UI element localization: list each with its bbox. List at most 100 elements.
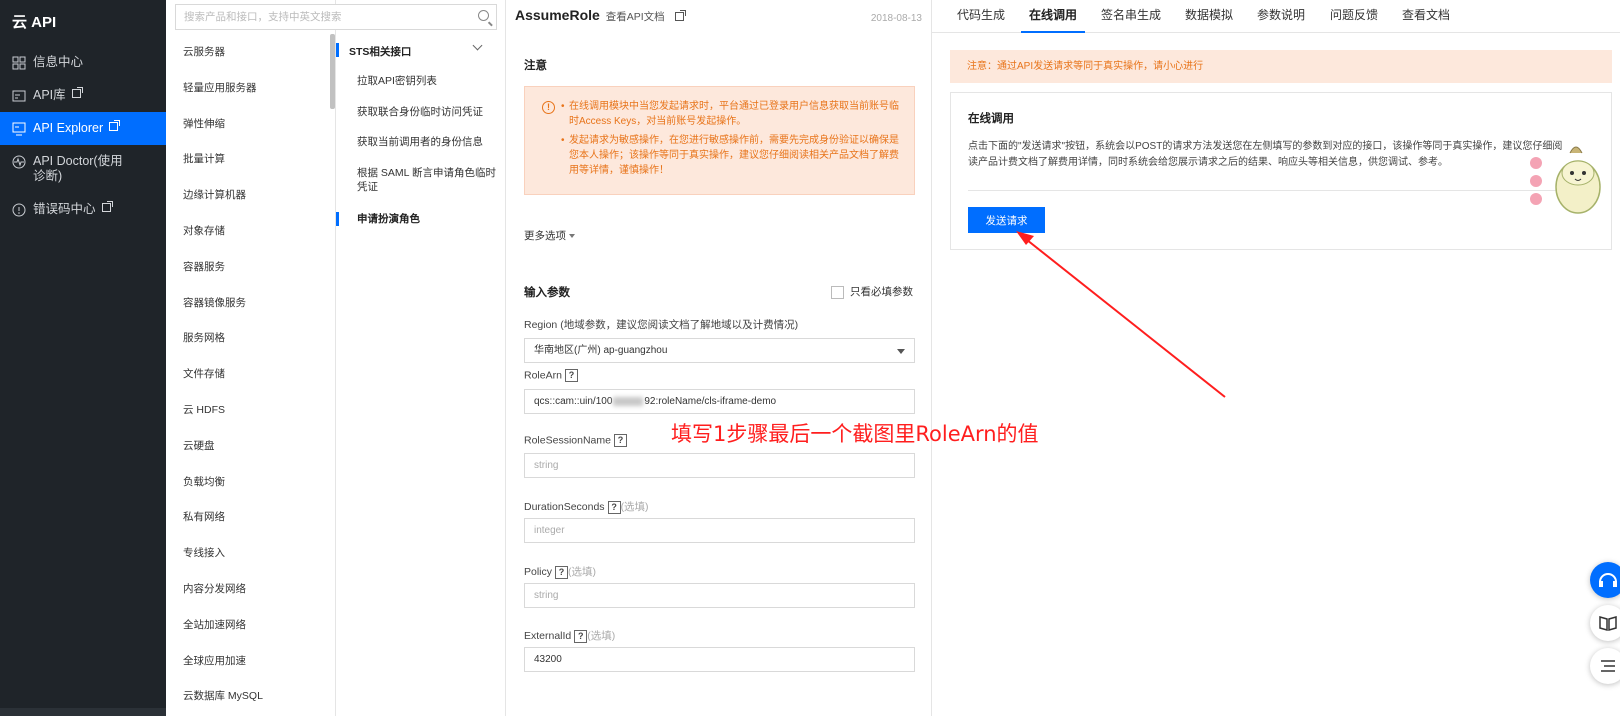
duration-input[interactable]: integer [524, 518, 915, 543]
notice-title: 注意 [524, 60, 547, 72]
tab-signature[interactable]: 签名串生成 [1093, 0, 1169, 33]
product-item[interactable]: 负载均衡 [166, 470, 336, 506]
redacted-mask [613, 396, 644, 406]
more-options-toggle[interactable]: 更多选项 [524, 228, 575, 243]
checkbox-box[interactable] [831, 285, 844, 299]
warning-icon: ! [542, 101, 555, 114]
product-item[interactable]: 云硬盘 [166, 434, 336, 470]
rolearn-label-row: RoleArn? [524, 369, 578, 382]
product-item[interactable]: 服务网格 [166, 326, 336, 362]
doc-link[interactable]: 查看API文档 [606, 11, 665, 23]
nav-item-api-library[interactable]: API库 [0, 79, 166, 112]
checkbox-label: 只看必填参数 [850, 286, 913, 298]
annotation-text: 填写1步骤最后一个截图里RoleArn的值 [671, 422, 1039, 446]
send-request-button[interactable]: 发送请求 [968, 207, 1045, 233]
external-link-icon [101, 201, 113, 212]
api-header: AssumeRole 查看API文档 [515, 7, 686, 24]
api-list-column: STS相关接口 拉取API密钥列表 获取联合身份临时访问凭证 获取当前调用者的身… [330, 0, 506, 716]
nav-item-label: API库 [33, 88, 66, 102]
rolesession-input[interactable]: string [524, 453, 915, 478]
list-icon[interactable] [1590, 648, 1620, 684]
optional-tag: (选填) [587, 630, 616, 642]
external-link-icon [109, 120, 121, 131]
externalid-label-row: ExternalId? (选填) [524, 628, 615, 643]
product-item[interactable]: 私有网络 [166, 505, 336, 541]
tab-data-mock[interactable]: 数据模拟 [1177, 0, 1241, 33]
api-item[interactable]: 根据 SAML 断言申请角色临时凭证 [357, 166, 502, 194]
nav-item-api-doctor[interactable]: API Doctor(使用诊断) [0, 145, 166, 193]
product-item[interactable]: 对象存储 [166, 219, 336, 255]
api-item[interactable]: 拉取API密钥列表 [357, 74, 502, 88]
book-icon[interactable] [1590, 605, 1620, 641]
product-item[interactable]: 容器镜像服务 [166, 291, 336, 327]
product-item[interactable]: 弹性伸缩 [166, 112, 336, 148]
policy-input[interactable]: string [524, 583, 915, 608]
warning-alert: 注意：通过API发送请求等同于真实操作，请小心进行 [950, 50, 1612, 83]
rolearn-label: RoleArn [524, 369, 562, 382]
external-link-icon[interactable] [674, 10, 686, 21]
search-icon[interactable] [478, 10, 489, 21]
duration-label: DurationSeconds [524, 501, 605, 513]
nav-item-label: API Explorer [33, 121, 104, 135]
optional-tag: (选填) [568, 566, 597, 578]
product-item[interactable]: 内容分发网络 [166, 577, 336, 613]
tab-params[interactable]: 参数说明 [1249, 0, 1313, 33]
rolesession-label-row: RoleSessionName? [524, 434, 627, 447]
api-group-title[interactable]: STS相关接口 [349, 44, 411, 59]
customer-service-icon[interactable] [1590, 562, 1620, 598]
rolearn-input[interactable]: qcs::cam::uin/100 92:roleName/cls-iframe-… [524, 389, 915, 414]
api-item-active[interactable]: 申请扮演角色 [357, 212, 502, 226]
tab-docs[interactable]: 查看文档 [1394, 0, 1458, 33]
nav-item-info-center[interactable]: 信息中心 [0, 46, 166, 79]
help-icon[interactable]: ? [564, 369, 578, 382]
product-item[interactable]: 专线接入 [166, 541, 336, 577]
product-item[interactable]: 文件存储 [166, 362, 336, 398]
pulse-icon [12, 155, 26, 169]
help-icon[interactable]: ? [555, 565, 569, 579]
nav-item-label: API Doctor(使用诊断) [33, 154, 123, 183]
api-item[interactable]: 获取联合身份临时访问凭证 [357, 105, 502, 119]
region-label: Region (地域参数，建议您阅读文档了解地域以及计费情况) [524, 319, 799, 331]
product-item[interactable]: 容器服务 [166, 255, 336, 291]
region-select[interactable]: 华南地区(广州) ap-guangzhou [524, 338, 915, 363]
product-item[interactable]: 全球应用加速 [166, 649, 336, 685]
request-form-panel: AssumeRole 查看API文档 2018-08-13 注意 ! 在线调用模… [506, 0, 932, 716]
product-item[interactable]: 云数据库 MySQL [166, 684, 336, 716]
nav-item-label: 信息中心 [33, 55, 84, 69]
nav-item-error-code[interactable]: 错误码中心 [0, 193, 166, 226]
tab-code-gen[interactable]: 代码生成 [949, 0, 1013, 33]
externalid-input[interactable]: 43200 [524, 647, 915, 672]
api-name: AssumeRole [515, 7, 600, 23]
product-item[interactable]: 边缘计算机器 [166, 183, 336, 219]
tab-feedback[interactable]: 问题反馈 [1322, 0, 1386, 33]
product-item[interactable]: 全站加速网络 [166, 613, 336, 649]
help-icon[interactable]: ? [613, 434, 627, 447]
product-item[interactable]: 云服务器 [166, 40, 336, 76]
product-item[interactable]: 批量计算 [166, 147, 336, 183]
help-icon[interactable]: ? [607, 500, 621, 514]
chevron-down-icon[interactable] [472, 40, 483, 51]
product-item[interactable]: 轻量应用服务器 [166, 76, 336, 112]
online-call-panel: 代码生成 在线调用 签名串生成 数据模拟 参数说明 问题反馈 查看文档 注意：通… [932, 0, 1620, 716]
notice-item: 发起请求为敏感操作，在您进行敏感操作前，需要先完成身份验证以确保是您本人操作；该… [561, 133, 902, 178]
nav-item-api-explorer[interactable]: API Explorer [0, 112, 166, 145]
help-icon[interactable]: ? [574, 629, 588, 643]
nav-item-label: 错误码中心 [33, 202, 96, 216]
tab-online-call[interactable]: 在线调用 [1021, 0, 1086, 33]
error-circle-icon [12, 203, 26, 217]
scrollbar[interactable] [330, 34, 335, 109]
tab-bar: 代码生成 在线调用 签名串生成 数据模拟 参数说明 问题反馈 查看文档 [932, 0, 1620, 33]
optional-tag: (选填) [620, 501, 649, 513]
dropdown-arrow-icon [897, 349, 905, 354]
search-input[interactable]: 搜索产品和接口，支持中英文搜索 [175, 4, 497, 30]
api-library-icon [12, 90, 26, 102]
required-only-checkbox[interactable]: 只看必填参数 [831, 284, 913, 299]
mascot-icon[interactable] [1530, 135, 1620, 225]
policy-label-row: Policy? (选填) [524, 564, 596, 579]
app-title: 云 API [12, 14, 57, 31]
api-item[interactable]: 获取当前调用者的身份信息 [357, 135, 502, 149]
region-value: 华南地区(广州) ap-guangzhou [534, 345, 668, 356]
product-item[interactable]: 云 HDFS [166, 398, 336, 434]
online-call-card: 在线调用 点击下面的"发送请求"按钮，系统会以POST的请求方法发送您在左侧填写… [950, 92, 1612, 250]
api-date: 2018-08-13 [870, 13, 922, 24]
